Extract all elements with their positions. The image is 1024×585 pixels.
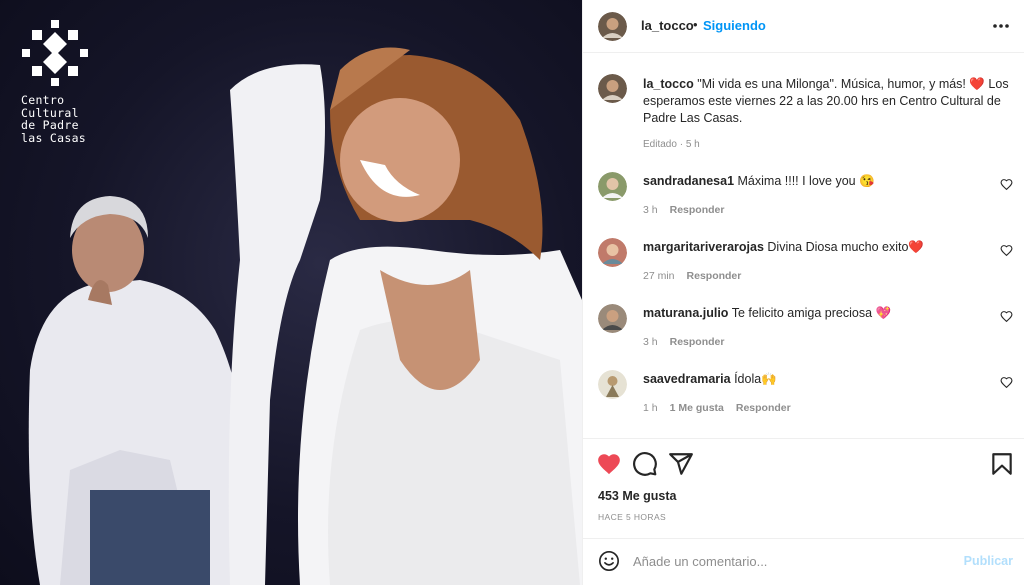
- avatar[interactable]: [598, 238, 627, 267]
- reply-button[interactable]: Responder: [670, 336, 725, 348]
- reply-button[interactable]: Responder: [670, 204, 725, 216]
- likes-count[interactable]: 453 Me gusta: [598, 489, 677, 503]
- comment-username[interactable]: sandradanesa1: [643, 174, 734, 188]
- comment-text: Te felicito amiga preciosa 💖: [731, 306, 892, 320]
- reply-button[interactable]: Responder: [736, 402, 791, 414]
- avatar[interactable]: [598, 370, 627, 399]
- comment-time[interactable]: 3 h: [643, 204, 658, 216]
- comment-text: Ídola🙌: [734, 372, 777, 386]
- post-time[interactable]: HACE 5 HORAS: [598, 512, 666, 522]
- heart-filled-icon[interactable]: [596, 451, 622, 477]
- following-button[interactable]: Siguiendo: [703, 18, 766, 33]
- comment-time[interactable]: 3 h: [643, 336, 658, 348]
- comment-text-line: sandradanesa1 Máxima !!!! I love you 😘: [643, 174, 875, 189]
- man-figure: [28, 196, 255, 585]
- comment-username[interactable]: maturana.julio: [643, 306, 728, 320]
- comment-meta: 3 h Responder: [643, 204, 736, 216]
- avatar[interactable]: [598, 304, 627, 333]
- comment-item: saavedramaria Ídola🙌 1 h 1 Me gusta Respon…: [583, 370, 1024, 430]
- paper-plane-icon[interactable]: [668, 451, 694, 477]
- comment-time[interactable]: 27 min: [643, 270, 675, 282]
- centro-cultural-logo: [22, 20, 88, 86]
- header-username[interactable]: la_tocco: [641, 18, 694, 33]
- comment-input[interactable]: [633, 548, 953, 574]
- reply-button[interactable]: Responder: [687, 270, 742, 282]
- comment-text: Divina Diosa mucho exito❤️: [767, 240, 924, 254]
- caption-text: "Mi vida es una Milonga". Música, humor,…: [643, 77, 1009, 125]
- comment-likes[interactable]: 1 Me gusta: [670, 402, 724, 414]
- caption-username[interactable]: la_tocco: [643, 77, 694, 91]
- comment-meta: 3 h Responder: [643, 336, 736, 348]
- more-horizontal-icon[interactable]: [991, 17, 1011, 35]
- like-comment-heart-icon[interactable]: [1000, 376, 1013, 389]
- comments-section[interactable]: la_tocco "Mi vida es una Milonga". Músic…: [583, 54, 1024, 438]
- post-actions: 453 Me gusta HACE 5 HORAS: [583, 438, 1024, 538]
- bookmark-icon[interactable]: [989, 451, 1015, 477]
- caption-body: la_tocco "Mi vida es una Milonga". Músic…: [643, 76, 1015, 127]
- comment-text-line: margaritariverarojas Divina Diosa mucho …: [643, 240, 924, 255]
- post-panel: la_tocco • Siguiendo la_tocco "Mi vida e…: [582, 0, 1024, 585]
- avatar[interactable]: [598, 172, 627, 201]
- comment-text-line: maturana.julio Te felicito amiga precios…: [643, 306, 891, 321]
- separator-dot: •: [693, 17, 698, 32]
- publish-button[interactable]: Publicar: [964, 554, 1013, 568]
- comment-meta: 1 h 1 Me gusta Responder: [643, 402, 803, 414]
- post-header: la_tocco • Siguiendo: [583, 0, 1024, 53]
- like-comment-heart-icon[interactable]: [1000, 178, 1013, 191]
- add-comment-bar: Publicar: [583, 538, 1024, 585]
- comment-text: Máxima !!!! I love you 😘: [737, 174, 875, 188]
- comment-meta: 27 min Responder: [643, 270, 753, 282]
- like-comment-heart-icon[interactable]: [1000, 244, 1013, 257]
- comment-icon[interactable]: [632, 451, 658, 477]
- post-image[interactable]: Centro Cultural de Padre las Casas: [0, 0, 582, 585]
- comment-time[interactable]: 1 h: [643, 402, 658, 414]
- comment-item: sandradanesa1 Máxima !!!! I love you 😘 3…: [583, 172, 1024, 232]
- woman-figure: [228, 47, 582, 585]
- emoji-icon[interactable]: [598, 550, 620, 572]
- like-comment-heart-icon[interactable]: [1000, 310, 1013, 323]
- edited-label: Editado: [643, 139, 677, 150]
- caption-meta: Editado · 5 h: [643, 139, 700, 150]
- avatar[interactable]: [598, 74, 627, 103]
- comment-username[interactable]: margaritariverarojas: [643, 240, 764, 254]
- logo-text: Centro Cultural de Padre las Casas: [21, 93, 87, 145]
- avatar[interactable]: [598, 12, 627, 41]
- comment-username[interactable]: saavedramaria: [643, 372, 731, 386]
- comment-item: margaritariverarojas Divina Diosa mucho …: [583, 238, 1024, 298]
- comment-item: maturana.julio Te felicito amiga precios…: [583, 304, 1024, 364]
- comment-text-line: saavedramaria Ídola🙌: [643, 372, 777, 387]
- caption-time[interactable]: 5 h: [686, 139, 700, 150]
